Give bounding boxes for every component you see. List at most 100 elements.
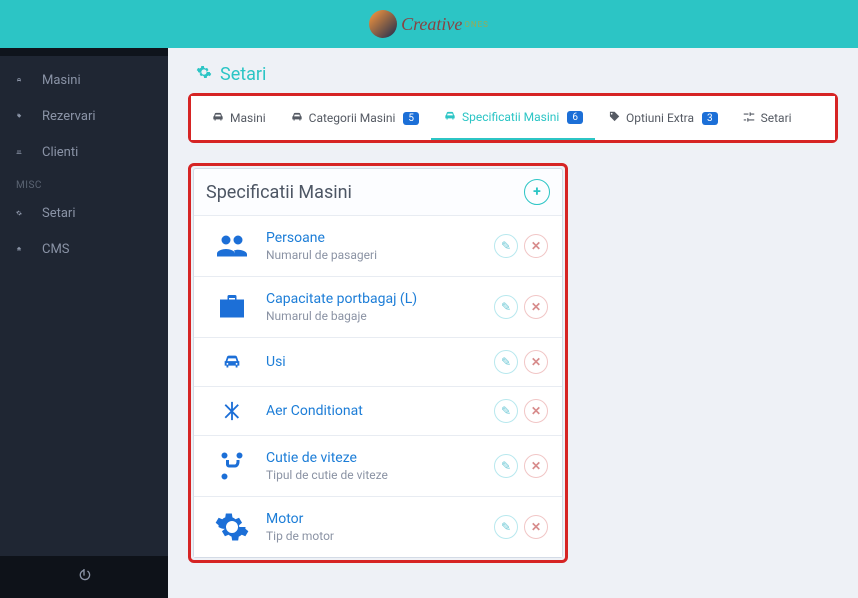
car-icon	[208, 351, 256, 373]
car-icon	[211, 110, 225, 127]
spec-subtitle: Tipul de cutie de viteze	[266, 468, 494, 482]
spec-title: Usi	[266, 354, 494, 370]
spec-row: Persoane Numarul de pasageri ✎ ✕	[194, 215, 562, 276]
spec-subtitle: Numarul de pasageri	[266, 248, 494, 262]
tab-label: Categorii Masini	[309, 111, 396, 125]
pencil-icon: ✎	[501, 300, 511, 314]
sidebar-item-label: Rezervari	[42, 109, 96, 124]
car-icon	[16, 72, 32, 88]
users-icon	[208, 228, 256, 264]
annotation-highlight: Specificatii Masini + Persoane Numarul d…	[188, 163, 568, 563]
pencil-icon: ✎	[501, 355, 511, 369]
x-icon: ✕	[531, 239, 541, 253]
pencil-icon: ✎	[501, 459, 511, 473]
sidebar-item-label: Masini	[42, 73, 81, 88]
snowflake-icon	[208, 400, 256, 422]
tab-optiuni-extra[interactable]: Optiuni Extra 3	[595, 98, 730, 139]
tab-label: Setari	[761, 111, 792, 125]
plus-icon: +	[533, 184, 541, 200]
edit-button[interactable]: ✎	[494, 454, 518, 478]
spec-row: Capacitate portbagaj (L) Numarul de baga…	[194, 276, 562, 337]
brand-subtext: ONES	[464, 20, 489, 29]
sidebar-item-cms[interactable]: CMS	[0, 231, 168, 267]
x-icon: ✕	[531, 404, 541, 418]
brand-logo: Creative ONES	[369, 10, 489, 38]
sidebar-footer	[0, 556, 168, 598]
logo-mark-icon	[369, 10, 397, 38]
sidebar-item-rezervari[interactable]: Rezervari	[0, 98, 168, 134]
delete-button[interactable]: ✕	[524, 399, 548, 423]
power-icon[interactable]	[76, 567, 92, 587]
edit-button[interactable]: ✎	[494, 350, 518, 374]
briefcase-icon	[208, 289, 256, 325]
tag-icon	[16, 108, 32, 124]
x-icon: ✕	[531, 459, 541, 473]
spec-row: Usi ✎ ✕	[194, 337, 562, 386]
spec-list: Persoane Numarul de pasageri ✎ ✕ Capacit…	[194, 215, 562, 557]
spec-row: Aer Conditionat ✎ ✕	[194, 386, 562, 435]
pencil-icon: ✎	[501, 520, 511, 534]
car-icon	[443, 109, 457, 126]
sidebar: Masini Rezervari Clienti MISC Setari CMS	[0, 48, 168, 598]
annotation-highlight: Masini Categorii Masini 5 Specificatii M…	[188, 93, 838, 143]
sidebar-item-label: Clienti	[42, 145, 78, 160]
tab-badge: 3	[702, 112, 718, 125]
main-content: Setari Masini Categorii Masini 5 Specifi…	[168, 48, 858, 598]
sidebar-item-label: Setari	[42, 206, 76, 221]
branch-icon	[208, 448, 256, 484]
edit-button[interactable]: ✎	[494, 234, 518, 258]
sidebar-item-label: CMS	[42, 242, 70, 257]
spec-row: Cutie de viteze Tipul de cutie de viteze…	[194, 435, 562, 496]
page-title-text: Setari	[220, 64, 266, 85]
edit-button[interactable]: ✎	[494, 515, 518, 539]
delete-button[interactable]: ✕	[524, 295, 548, 319]
sidebar-item-setari[interactable]: Setari	[0, 195, 168, 231]
home-icon	[16, 241, 32, 257]
delete-button[interactable]: ✕	[524, 350, 548, 374]
tab-categorii[interactable]: Categorii Masini 5	[278, 98, 431, 139]
car-icon	[290, 110, 304, 127]
brand-text: Creative	[401, 14, 462, 35]
tab-label: Specificatii Masini	[462, 110, 559, 124]
delete-button[interactable]: ✕	[524, 515, 548, 539]
x-icon: ✕	[531, 355, 541, 369]
spec-subtitle: Tip de motor	[266, 529, 494, 543]
spec-panel: Specificatii Masini + Persoane Numarul d…	[193, 168, 563, 558]
gear-icon	[208, 509, 256, 545]
sidebar-item-clienti[interactable]: Clienti	[0, 134, 168, 170]
tab-masini[interactable]: Masini	[199, 98, 278, 139]
sidebar-section-misc: MISC	[0, 170, 168, 195]
tabs: Masini Categorii Masini 5 Specificatii M…	[191, 96, 835, 140]
tab-badge: 5	[403, 112, 419, 125]
tab-specificatii[interactable]: Specificatii Masini 6	[431, 97, 595, 140]
gear-icon	[16, 205, 32, 221]
page-title: Setari	[168, 48, 858, 93]
tab-setari[interactable]: Setari	[730, 98, 804, 139]
pencil-icon: ✎	[501, 239, 511, 253]
tab-label: Masini	[230, 111, 266, 125]
spec-title: Capacitate portbagaj (L)	[266, 291, 494, 307]
x-icon: ✕	[531, 520, 541, 534]
spec-title: Persoane	[266, 230, 494, 246]
edit-button[interactable]: ✎	[494, 295, 518, 319]
spec-title: Aer Conditionat	[266, 403, 494, 419]
pencil-icon: ✎	[501, 404, 511, 418]
spec-subtitle: Numarul de bagaje	[266, 309, 494, 323]
spec-row: Motor Tip de motor ✎ ✕	[194, 496, 562, 557]
add-spec-button[interactable]: +	[524, 179, 550, 205]
tab-badge: 6	[567, 111, 583, 124]
delete-button[interactable]: ✕	[524, 454, 548, 478]
spec-title: Cutie de viteze	[266, 450, 494, 466]
topbar: Creative ONES	[0, 0, 858, 48]
tag-icon	[607, 110, 621, 127]
sidebar-item-masini[interactable]: Masini	[0, 62, 168, 98]
spec-title: Motor	[266, 511, 494, 527]
sliders-icon	[742, 110, 756, 127]
edit-button[interactable]: ✎	[494, 399, 518, 423]
x-icon: ✕	[531, 300, 541, 314]
tab-label: Optiuni Extra	[626, 111, 694, 125]
delete-button[interactable]: ✕	[524, 234, 548, 258]
clients-icon	[16, 144, 32, 160]
panel-title: Specificatii Masini	[206, 182, 352, 203]
gear-icon	[196, 64, 212, 85]
